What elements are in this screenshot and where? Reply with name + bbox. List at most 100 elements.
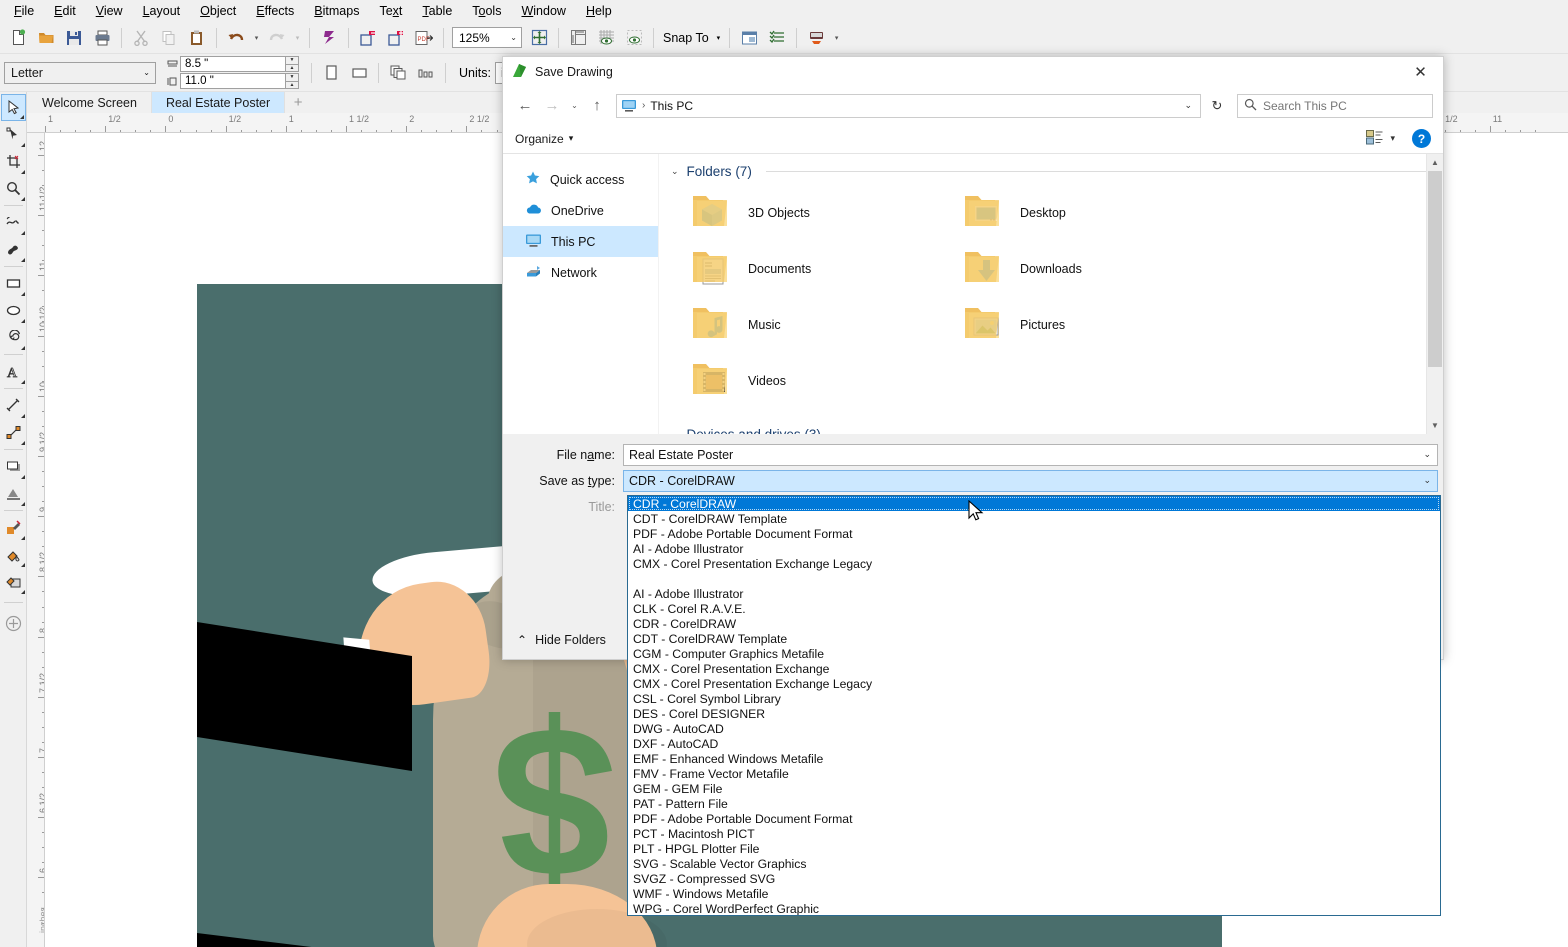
back-button[interactable]: ← (513, 94, 537, 118)
search-content-icon[interactable] (315, 25, 343, 51)
menu-text[interactable]: Text (369, 1, 412, 21)
open-document-icon[interactable] (32, 25, 60, 51)
flyout-arrow-icon[interactable] (20, 292, 25, 296)
application-launcher-dropdown-icon[interactable]: ▾ (830, 25, 843, 51)
page-height-field[interactable]: 11.0 " (180, 73, 286, 89)
crop-tool[interactable] (1, 148, 26, 175)
dropdown-option[interactable]: PLT - HPGL Plotter File (628, 841, 1440, 856)
menu-edit[interactable]: Edit (44, 1, 86, 21)
folders-group-header[interactable]: ⌄ Folders (7) (659, 154, 1443, 181)
undo-dropdown-icon[interactable]: ▾ (250, 25, 263, 51)
transparency-tool[interactable] (1, 480, 26, 507)
flyout-arrow-icon[interactable] (20, 502, 25, 506)
file-name-input[interactable]: Real Estate Poster ⌄ (623, 443, 1438, 466)
all-pages-button[interactable] (384, 60, 412, 86)
flyout-arrow-icon[interactable] (20, 380, 25, 384)
flyout-arrow-icon[interactable] (20, 414, 25, 418)
flyout-arrow-icon[interactable] (20, 536, 25, 540)
export-icon[interactable] (382, 25, 410, 51)
menu-window[interactable]: Window (511, 1, 575, 21)
up-button[interactable]: ↑ (585, 94, 609, 118)
flyout-arrow-icon[interactable] (20, 346, 25, 350)
organize-button[interactable]: Organize ▾ (515, 132, 573, 146)
flyout-arrow-icon[interactable] (19, 115, 24, 119)
add-tool-button[interactable] (1, 610, 26, 637)
flyout-arrow-icon[interactable] (20, 143, 25, 147)
add-document-tab-button[interactable]: + (285, 92, 311, 113)
nav-item-network[interactable]: Network (503, 257, 658, 288)
text-tool[interactable]: A (1, 358, 26, 385)
folder-item-pictures[interactable]: Pictures (957, 297, 1229, 353)
zoom-tool[interactable] (1, 175, 26, 202)
dropdown-option[interactable]: PDF - Adobe Portable Document Format (628, 526, 1440, 541)
cut-icon[interactable] (127, 25, 155, 51)
artistic-media-tool[interactable] (1, 236, 26, 263)
chevron-down-icon[interactable]: ▾ (1390, 133, 1395, 144)
save-as-type-combo[interactable]: CDR - CorelDRAW ⌄ (623, 469, 1438, 492)
straight-line-connector-tool[interactable] (1, 419, 26, 446)
dropdown-option[interactable]: CMX - Corel Presentation Exchange (628, 661, 1440, 676)
show-grid-icon[interactable] (592, 25, 620, 51)
flyout-arrow-icon[interactable] (20, 563, 25, 567)
search-input[interactable]: Search This PC (1263, 99, 1347, 113)
address-bar[interactable]: › This PC ⌄ (616, 93, 1201, 118)
dropdown-option[interactable]: CMX - Corel Presentation Exchange Legacy (628, 676, 1440, 691)
dialog-title-bar[interactable]: Save Drawing ✕ (503, 57, 1443, 87)
folder-item-videos[interactable]: Videos (685, 353, 957, 409)
dropdown-option[interactable]: CMX - Corel Presentation Exchange Legacy (628, 556, 1440, 571)
page-height-spinner[interactable]: ▼ ▲ (285, 73, 299, 89)
view-mode-button[interactable]: ▾ (1366, 129, 1395, 148)
chevron-down-icon[interactable]: ⌄ (143, 68, 150, 77)
parallel-dimension-tool[interactable] (1, 392, 26, 419)
show-guidelines-icon[interactable] (620, 25, 648, 51)
document-tab-welcome-screen[interactable]: Welcome Screen (28, 92, 152, 113)
landscape-orientation-button[interactable] (345, 60, 373, 86)
hide-folders-button[interactable]: ⌃ Hide Folders (517, 633, 606, 647)
color-eyedropper-tool[interactable] (1, 514, 26, 541)
options-icon[interactable] (735, 25, 763, 51)
dropdown-option[interactable]: CDR - CorelDRAW (628, 616, 1440, 631)
document-tab-real-estate-poster[interactable]: Real Estate Poster (151, 92, 286, 113)
nav-item-this-pc[interactable]: This PC (503, 226, 658, 257)
refresh-icon[interactable]: ↻ (1204, 94, 1230, 118)
menu-file[interactable]: File (4, 1, 44, 21)
flyout-arrow-icon[interactable] (20, 590, 25, 594)
menu-table[interactable]: Table (412, 1, 462, 21)
folder-item-3d-objects[interactable]: 3D Objects (685, 185, 957, 241)
spiral-tool[interactable] (1, 324, 26, 351)
dropdown-option[interactable]: AI - Adobe Illustrator (628, 541, 1440, 556)
menu-layout[interactable]: Layout (133, 1, 191, 21)
chevron-down-icon[interactable]: ⌄ (1184, 100, 1192, 111)
show-rulers-icon[interactable] (564, 25, 592, 51)
new-document-icon[interactable] (4, 25, 32, 51)
flyout-arrow-icon[interactable] (20, 475, 25, 479)
folder-item-music[interactable]: Music (685, 297, 957, 353)
forward-button[interactable]: → (540, 94, 564, 118)
devices-group-header[interactable]: ⌄ Devices and drives (3) (659, 409, 1443, 434)
scroll-up-icon[interactable]: ▲ (1427, 154, 1443, 171)
page-width-field[interactable]: 8.5 " (180, 56, 286, 72)
current-page-button[interactable] (412, 60, 440, 86)
flyout-arrow-icon[interactable] (20, 441, 25, 445)
shape-tool[interactable] (1, 121, 26, 148)
paste-icon[interactable] (183, 25, 211, 51)
redo-icon[interactable] (263, 25, 291, 51)
print-icon[interactable] (88, 25, 116, 51)
dropdown-option[interactable]: CLK - Corel R.A.V.E. (628, 601, 1440, 616)
publish-pdf-icon[interactable]: PDF (410, 25, 438, 51)
close-icon[interactable]: ✕ (1398, 57, 1443, 87)
undo-icon[interactable] (222, 25, 250, 51)
dropdown-option[interactable]: SVGZ - Compressed SVG (628, 871, 1440, 886)
spin-up-icon[interactable]: ▲ (285, 63, 299, 72)
dropdown-option[interactable]: FMV - Frame Vector Metafile (628, 766, 1440, 781)
spin-up-icon[interactable]: ▲ (285, 80, 299, 89)
dropdown-option[interactable]: CDT - CorelDRAW Template (628, 511, 1440, 526)
redo-dropdown-icon[interactable]: ▾ (291, 25, 304, 51)
flyout-arrow-icon[interactable] (20, 231, 25, 235)
flyout-arrow-icon[interactable] (20, 170, 25, 174)
page-size-combo[interactable]: Letter ⌄ (4, 61, 156, 84)
object-manager-icon[interactable] (763, 25, 791, 51)
chevron-down-icon[interactable]: ⌄ (510, 28, 517, 47)
chevron-down-icon[interactable]: ⌄ (1423, 475, 1431, 486)
import-icon[interactable] (354, 25, 382, 51)
